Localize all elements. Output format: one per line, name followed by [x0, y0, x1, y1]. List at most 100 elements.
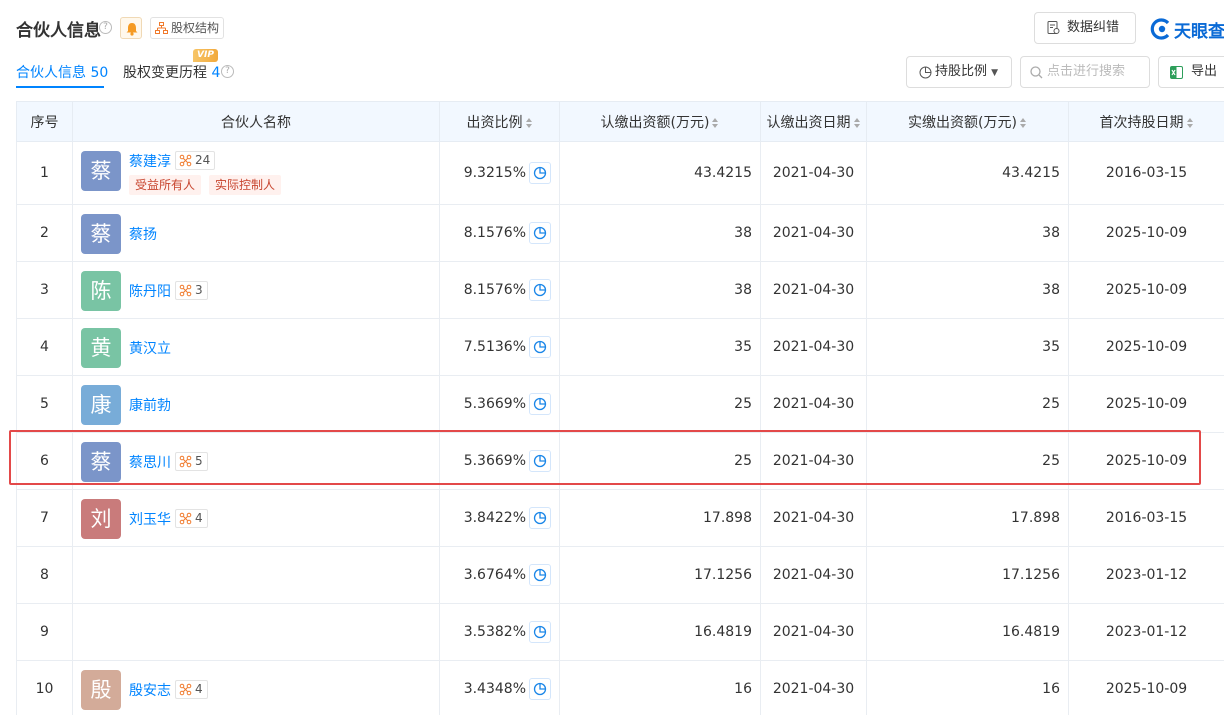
ratio-chart-button[interactable] [529, 564, 551, 586]
row-index: 6 [16, 432, 73, 490]
ratio-chart-button[interactable] [529, 336, 551, 358]
col-header-sub-date[interactable]: 认缴出资日期 [760, 101, 867, 142]
partner-name-cell: 刘刘玉华 4 [72, 489, 440, 547]
paid-amount: 16.4819 [866, 603, 1069, 661]
role-tag: 受益所有人 [129, 175, 202, 195]
role-tag: 实际控制人 [209, 175, 282, 195]
partner-name-link[interactable]: 蔡建淳 [129, 151, 171, 171]
sort-icon[interactable] [712, 117, 719, 128]
tab-partner-info[interactable]: 合伙人信息 50 [16, 62, 108, 82]
holding-ratio-filter[interactable]: 持股比例 ▼ [906, 56, 1012, 88]
subscribed-amount: 43.4215 [559, 141, 761, 205]
pie-chart-icon [533, 397, 547, 411]
relation-badge[interactable]: 4 [175, 509, 208, 528]
active-tab-indicator [16, 86, 104, 88]
paid-amount: 25 [866, 375, 1069, 433]
col-header-sub-date-label: 认缴出资日期 [766, 114, 851, 131]
tab-equity-change-history[interactable]: 股权变更历程 4 [123, 62, 220, 82]
avatar[interactable]: 殷 [81, 670, 121, 710]
row-index: 8 [16, 546, 73, 604]
subscribed-date: 2021-04-30 [760, 546, 867, 604]
ratio-chart-button[interactable] [529, 450, 551, 472]
row-index: 5 [16, 375, 73, 433]
avatar[interactable]: 黄 [81, 328, 121, 368]
subscribed-amount: 17.1256 [559, 546, 761, 604]
avatar[interactable]: 陈 [81, 271, 121, 311]
ratio-value: 7.5136% [463, 339, 526, 355]
ratio-chart-button[interactable] [529, 279, 551, 301]
partner-name-link[interactable]: 黄汉立 [129, 338, 171, 358]
pie-chart-icon [533, 625, 547, 639]
relation-count: 4 [195, 682, 203, 696]
data-correction-button[interactable]: 数据纠错 [1034, 12, 1136, 44]
table-row: 2 蔡蔡扬 8.1576% 38 2021-04-30 38 2025-10-09 [16, 204, 1224, 262]
ratio-value: 9.3215% [463, 165, 526, 181]
ratio-cell: 8.1576% [439, 204, 560, 262]
equity-structure-button[interactable]: 股权结构 [150, 17, 224, 39]
sort-icon[interactable] [525, 117, 533, 128]
ratio-cell: 5.3669% [439, 375, 560, 433]
ratio-chart-button[interactable] [529, 678, 551, 700]
avatar[interactable]: 蔡 [81, 214, 121, 254]
paid-amount: 17.1256 [866, 546, 1069, 604]
relation-icon [179, 512, 192, 525]
ratio-chart-button[interactable] [529, 621, 551, 643]
help-icon[interactable]: ? [99, 21, 112, 34]
export-button[interactable]: 导出 [1158, 56, 1224, 88]
sort-icon[interactable] [1019, 117, 1027, 128]
col-header-ratio[interactable]: 出资比例 [439, 101, 560, 142]
ratio-chart-button[interactable] [529, 222, 551, 244]
relation-badge[interactable]: 5 [175, 452, 208, 471]
ratio-cell: 3.5382% [439, 603, 560, 661]
sort-icon[interactable] [853, 117, 861, 128]
paid-amount: 43.4215 [866, 141, 1069, 205]
relation-icon [179, 455, 192, 468]
avatar[interactable]: 康 [81, 385, 121, 425]
relation-icon [179, 683, 192, 696]
partner-name-cell: 蔡蔡建淳 24 受益所有人 实际控制人 [72, 141, 440, 205]
chevron-down-icon: ▼ [991, 68, 999, 78]
partner-name-link[interactable]: 康前勃 [129, 395, 171, 415]
sort-icon[interactable] [1186, 117, 1194, 128]
partner-name-link[interactable]: 陈丹阳 [129, 281, 171, 301]
partner-name-cell: 蔡蔡扬 [72, 204, 440, 262]
avatar[interactable]: 刘 [81, 499, 121, 539]
pie-chart-icon [533, 568, 547, 582]
first-holding-date: 2016-03-15 [1068, 141, 1224, 205]
paid-amount: 17.898 [866, 489, 1069, 547]
pie-chart-icon [533, 226, 547, 240]
col-header-index: 序号 [16, 101, 73, 142]
subscribed-amount: 16.4819 [559, 603, 761, 661]
table-row: 5 康康前勃 5.3669% 25 2021-04-30 25 2025-10-09 [16, 375, 1224, 433]
pie-chart-icon [919, 66, 932, 79]
table-row: 4 黄黄汉立 7.5136% 35 2021-04-30 35 2025-10-09 [16, 318, 1224, 376]
partner-name-link[interactable]: 殷安志 [129, 680, 171, 700]
row-index: 10 [16, 660, 73, 715]
col-header-first-date[interactable]: 首次持股日期 [1068, 101, 1224, 142]
avatar[interactable]: 蔡 [81, 442, 121, 482]
monitor-bell-button[interactable] [120, 17, 142, 39]
relation-badge[interactable]: 24 [175, 151, 216, 170]
col-header-name: 合伙人名称 [72, 101, 440, 142]
relation-count: 4 [195, 511, 203, 525]
paid-amount: 38 [866, 261, 1069, 319]
ratio-cell: 9.3215% [439, 141, 560, 205]
ratio-value: 8.1576% [463, 282, 526, 298]
relation-badge[interactable]: 3 [175, 281, 208, 300]
partner-name-link[interactable]: 蔡扬 [129, 224, 157, 244]
ratio-chart-button[interactable] [529, 162, 551, 184]
relation-badge[interactable]: 4 [175, 680, 208, 699]
search-input[interactable]: 点击进行搜索 [1020, 56, 1150, 88]
partner-name-link[interactable]: 蔡思川 [129, 452, 171, 472]
pie-chart-icon [533, 511, 547, 525]
col-header-subscribed[interactable]: 认缴出资额(万元) [559, 101, 761, 142]
first-holding-date: 2025-10-09 [1068, 375, 1224, 433]
ratio-chart-button[interactable] [529, 393, 551, 415]
help-icon[interactable]: ? [221, 65, 234, 78]
ratio-chart-button[interactable] [529, 507, 551, 529]
partner-name-link[interactable]: 刘玉华 [129, 509, 171, 529]
ratio-value: 3.4348% [463, 681, 526, 697]
avatar[interactable]: 蔡 [81, 151, 121, 191]
paid-amount: 38 [866, 204, 1069, 262]
col-header-paid[interactable]: 实缴出资额(万元) [866, 101, 1069, 142]
